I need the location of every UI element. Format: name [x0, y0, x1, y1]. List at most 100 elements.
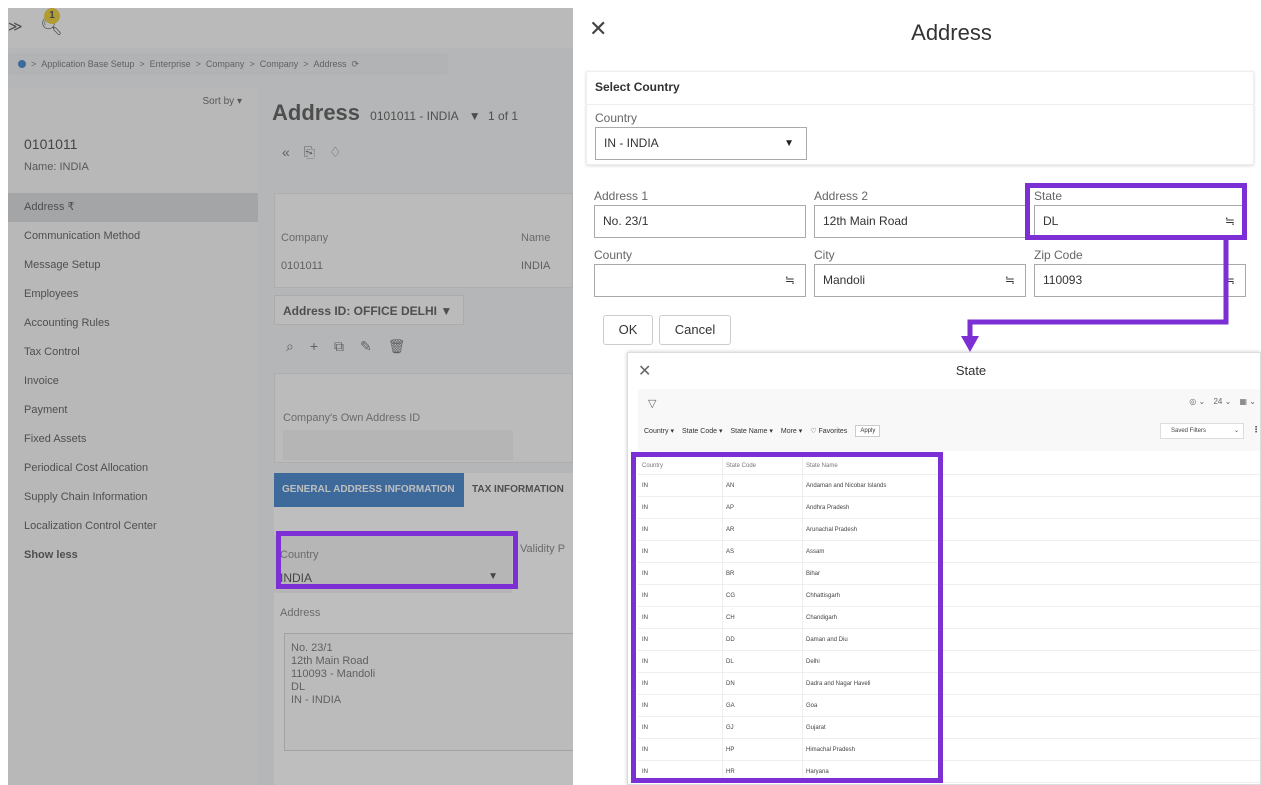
table-row[interactable]: IN AR Arunachal Pradesh [638, 519, 1260, 541]
table-row[interactable]: IN CH Chandigarh [638, 607, 1260, 629]
attachment-icon[interactable]: ⎘ [304, 144, 329, 160]
state-field[interactable]: DL ≒ [1034, 205, 1246, 238]
county-field[interactable]: ≒ [594, 264, 806, 297]
state-grid: Country State Code State Name IN AN Andama… [638, 457, 1260, 783]
home-dot-icon[interactable] [18, 60, 26, 68]
table-row[interactable]: IN GA Goa [638, 695, 1260, 717]
edit-icon[interactable]: ✎ [360, 338, 388, 354]
nav-item-address[interactable]: Address ₹ [8, 193, 258, 222]
bell-icon[interactable]: ♢ [329, 144, 356, 160]
table-row[interactable]: IN AP Andhra Pradesh [638, 497, 1260, 519]
delete-icon[interactable]: 🗑︎ [388, 338, 422, 354]
city-label: City [814, 248, 835, 262]
country-field-bg: Country INDIA ▼ [274, 535, 512, 593]
breadcrumb-item[interactable]: Application Base Setup [41, 59, 134, 69]
nav-item-supply-chain-information[interactable]: Supply Chain Information [8, 483, 258, 512]
nav-item-tax-control[interactable]: Tax Control [8, 338, 258, 367]
state-lookup-toolbar: ▽ ◎ ⌄ 24 ⌄ ▦ ⌄ Country ▾ State Code ▾ St… [638, 389, 1260, 451]
page-subtitle[interactable]: 0101011 - INDIA [370, 109, 459, 123]
county-label: County [594, 248, 633, 262]
table-row[interactable]: IN DN Dadra and Nagar Haveli [638, 673, 1260, 695]
pin-icon: ₹ [67, 201, 75, 213]
nav-item-periodical-cost-allocation[interactable]: Periodical Cost Allocation [8, 454, 258, 483]
table-row[interactable]: IN DL Delhi [638, 651, 1260, 673]
address-id-selector[interactable]: Address ID: OFFICE DELHI ▼ [274, 295, 464, 325]
address-toolbar: ⌕+⧉✎🗑︎ [286, 338, 422, 355]
breadcrumb-item[interactable]: Company [260, 59, 299, 69]
saved-filters-select[interactable]: Saved Filters ⌄ [1160, 423, 1244, 439]
more-options-icon[interactable]: ⋮ [1252, 425, 1260, 434]
search-icon[interactable]: ⌕ [286, 338, 310, 354]
table-row[interactable]: IN HP Himachal Pradesh [638, 739, 1260, 761]
lookup-icon[interactable]: ≒ [785, 265, 795, 296]
state-lookup-view-options: ◎ ⌄ 24 ⌄ ▦ ⌄ [1189, 397, 1256, 406]
breadcrumb-item[interactable]: Enterprise [150, 59, 191, 69]
country-select[interactable]: IN - INDIA ▼ [595, 127, 807, 160]
address1-field[interactable]: No. 23/1 [594, 205, 806, 238]
state-lookup-panel: ✕ State ▽ ◎ ⌄ 24 ⌄ ▦ ⌄ Country ▾ State C… [627, 352, 1261, 785]
lookup-icon[interactable]: ≒ [1225, 206, 1235, 237]
country-label: Country [595, 111, 638, 125]
columns-icon[interactable]: ▦ ⌄ [1240, 397, 1256, 406]
nav-item-accounting-rules[interactable]: Accounting Rules [8, 309, 258, 338]
nav-item-invoice[interactable]: Invoice [8, 367, 258, 396]
sort-by-button[interactable]: Sort by ▾ [203, 96, 243, 107]
table-row[interactable]: IN HR Haryana [638, 761, 1260, 783]
cancel-button[interactable]: Cancel [659, 315, 731, 345]
breadcrumb-item[interactable]: Company [206, 59, 245, 69]
zip-code-label: Zip Code [1034, 248, 1083, 262]
nav-item-message-setup[interactable]: Message Setup [8, 251, 258, 280]
table-row[interactable]: IN AS Assam [638, 541, 1260, 563]
address2-field[interactable]: 12th Main Road [814, 205, 1026, 238]
own-address-input[interactable] [283, 430, 513, 460]
background-app: ≫ 🔍︎ 1 > Application Base Setup > Enterp… [8, 8, 573, 785]
name-value: INDIA [521, 260, 551, 272]
page-size-select[interactable]: 24 [1213, 397, 1222, 406]
column-header[interactable]: State Code [726, 457, 756, 475]
apply-button[interactable]: Apply [855, 425, 881, 437]
globe-icon[interactable]: ◎ ⌄ [1189, 397, 1205, 406]
column-header[interactable]: State Name [806, 457, 838, 475]
breadcrumb-item[interactable]: Address [314, 59, 347, 69]
city-field[interactable]: Mandoli ≒ [814, 264, 1026, 297]
nav-list: Address ₹ Communication Method Message S… [8, 193, 258, 570]
nav-item-employees[interactable]: Employees [8, 280, 258, 309]
navigator-panel: Sort by ▾ 0101011 Name: INDIA Address ₹ … [8, 88, 258, 785]
table-row[interactable]: IN GJ Gujarat [638, 717, 1260, 739]
lookup-icon[interactable]: ≒ [1005, 265, 1015, 296]
back-icon[interactable]: ≫ [8, 18, 23, 35]
filter-icon[interactable]: ▽ [648, 397, 656, 410]
table-row[interactable]: IN AN Andaman and Nicobar Islands [638, 475, 1260, 497]
nav-item-communication-method[interactable]: Communication Method [8, 222, 258, 251]
address-block: No. 23/1 12th Main Road 110093 - Mandoli… [284, 633, 573, 751]
collapse-icon[interactable]: « [282, 144, 304, 160]
column-header[interactable]: Country [642, 457, 663, 475]
nav-item-localization-control-center[interactable]: Localization Control Center [8, 512, 258, 541]
lookup-icon[interactable]: ≒ [1225, 265, 1235, 296]
filter-state-name[interactable]: State Name ▾ [730, 427, 772, 435]
ok-button[interactable]: OK [603, 315, 653, 345]
filter-favorites[interactable]: ♡ Favorites [810, 427, 847, 435]
company-label: Company [281, 232, 329, 244]
table-row[interactable]: IN DD Daman and Diu [638, 629, 1260, 651]
refresh-icon[interactable]: ⟳ [352, 59, 360, 70]
zip-code-field[interactable]: 110093 ≒ [1034, 264, 1246, 297]
nav-item-payment[interactable]: Payment [8, 396, 258, 425]
tab-general-address-information[interactable]: GENERAL ADDRESS INFORMATION [274, 473, 464, 507]
state-lookup-title: State [955, 363, 987, 378]
notification-badge: 1 [44, 8, 60, 24]
filter-country[interactable]: Country ▾ [644, 427, 674, 435]
filter-state-code[interactable]: State Code ▾ [682, 427, 722, 435]
filter-more[interactable]: More ▾ [781, 427, 802, 435]
nav-item-fixed-assets[interactable]: Fixed Assets [8, 425, 258, 454]
dialog-title: Address [911, 20, 992, 45]
country-select[interactable]: INDIA ▼ [280, 571, 504, 587]
add-icon[interactable]: + [310, 338, 334, 354]
table-row[interactable]: IN CG Chhattisgarh [638, 585, 1260, 607]
name-label: Name [521, 232, 551, 244]
grid-header: Country State Code State Name [638, 457, 1260, 475]
duplicate-icon[interactable]: ⧉ [334, 338, 360, 354]
tab-tax-information[interactable]: TAX INFORMATION [472, 473, 564, 507]
table-row[interactable]: IN BR Bihar [638, 563, 1260, 585]
show-less-link[interactable]: Show less [8, 541, 258, 570]
